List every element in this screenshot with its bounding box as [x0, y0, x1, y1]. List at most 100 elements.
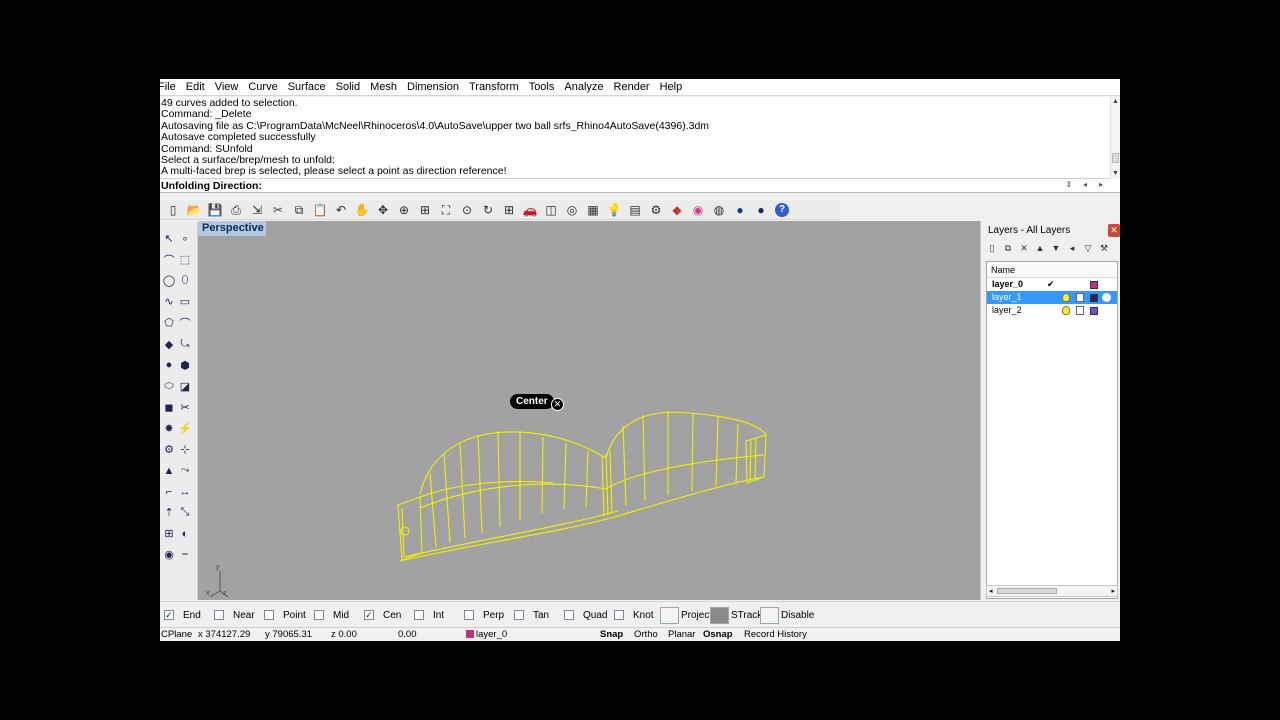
trim-icon[interactable]: ✂: [177, 398, 193, 417]
osnap-checkbox[interactable]: [414, 610, 424, 620]
move-out-icon[interactable]: ◂: [1066, 242, 1078, 254]
viewport-title-tab[interactable]: Perspective: [198, 221, 266, 236]
option-toggle-box[interactable]: [660, 606, 679, 624]
patch-icon[interactable]: ◪: [177, 377, 193, 396]
layer-color-swatch[interactable]: [1090, 281, 1098, 289]
osnap-quad[interactable]: Quad: [564, 609, 607, 621]
scroll-left-arrow-icon[interactable]: ◂: [989, 587, 993, 595]
paste-icon[interactable]: 📋: [310, 201, 330, 219]
undo-icon[interactable]: ↶: [331, 201, 351, 219]
move-up-icon[interactable]: ▲: [1034, 242, 1046, 254]
visibility-bulb-icon[interactable]: [1062, 293, 1070, 302]
perspective-viewport[interactable]: Perspective Center ✕ y x z: [198, 221, 980, 600]
option-toggle-box[interactable]: [760, 606, 779, 624]
new-file-icon[interactable]: ▯: [163, 201, 183, 219]
lock-icon[interactable]: [1076, 306, 1084, 315]
select-icon[interactable]: ↖: [161, 229, 177, 248]
column-header-name[interactable]: Name: [987, 262, 1117, 278]
layer-row[interactable]: layer_0 ✔: [987, 278, 1117, 291]
new-layer-icon[interactable]: ▯: [986, 242, 998, 254]
menu-mesh[interactable]: Mesh: [365, 79, 402, 96]
wireframe-model[interactable]: [198, 221, 980, 600]
import-icon[interactable]: ⇲: [247, 201, 267, 219]
osnap-checkbox[interactable]: [514, 610, 524, 620]
car-icon[interactable]: 🚗: [520, 201, 540, 219]
prev-arrow-icon[interactable]: ◂: [1080, 180, 1090, 189]
next-arrow-icon[interactable]: ▸: [1096, 180, 1106, 189]
osnap-checkbox[interactable]: [564, 610, 574, 620]
visibility-bulb-icon[interactable]: [1062, 306, 1070, 315]
move-down-icon[interactable]: ▼: [1050, 242, 1062, 254]
polyline-icon[interactable]: ⌒: [161, 250, 177, 269]
osnap-option-disable[interactable]: Disable: [760, 606, 814, 624]
split-icon[interactable]: ⚡: [177, 419, 193, 438]
menu-render[interactable]: Render: [609, 79, 655, 96]
ortho-toggle[interactable]: Ortho: [634, 628, 658, 641]
solid-union-icon[interactable]: ⬢: [177, 356, 193, 375]
layers-scrollbar[interactable]: ◂ ▸: [986, 585, 1118, 597]
zoom-window-icon[interactable]: ⊞: [415, 201, 435, 219]
revolve-icon[interactable]: ⤿: [177, 334, 193, 353]
menu-help[interactable]: Help: [655, 79, 688, 96]
osnap-option-project[interactable]: Project: [660, 606, 712, 624]
menu-transform[interactable]: Transform: [464, 79, 524, 96]
scroll-up-arrow-icon[interactable]: ▲: [1111, 97, 1120, 107]
polygon-icon[interactable]: ⬠: [161, 313, 177, 332]
history-scrollbar[interactable]: ▲ ▼: [1110, 97, 1120, 179]
osnap-near[interactable]: Near: [214, 609, 255, 621]
osnap-checkbox[interactable]: [214, 610, 224, 620]
osnap-cen[interactable]: ✓ Cen: [364, 609, 401, 621]
osnap-tan[interactable]: Tan: [514, 609, 549, 621]
close-icon[interactable]: ✕: [1108, 224, 1120, 237]
osnap-checkbox[interactable]: [314, 610, 324, 620]
extrude-icon[interactable]: ⇡: [161, 503, 177, 522]
rotate-view-icon[interactable]: ↻: [478, 201, 498, 219]
curve-icon[interactable]: ∿: [161, 292, 177, 311]
cplane-icon[interactable]: ◫: [541, 201, 561, 219]
command-prompt[interactable]: Unfolding Direction: ⇕ ◂ ▸: [160, 179, 1120, 193]
mesh-icon[interactable]: ◉: [161, 545, 177, 564]
osnap-end[interactable]: ✓ End: [164, 609, 201, 621]
snap-toggle[interactable]: Snap: [600, 628, 623, 641]
circle-icon[interactable]: ◯: [161, 271, 177, 290]
properties-icon[interactable]: ⚙: [646, 201, 666, 219]
sphere-render-icon[interactable]: ●: [751, 201, 771, 219]
cone-icon[interactable]: ▲: [161, 461, 177, 480]
sphere-shaded-icon[interactable]: ●: [730, 201, 750, 219]
osnap-checkbox[interactable]: [464, 610, 474, 620]
osnap-mid[interactable]: Mid: [314, 609, 349, 621]
menu-solid[interactable]: Solid: [331, 79, 365, 96]
osnap-checkbox[interactable]: [264, 610, 274, 620]
offset-icon[interactable]: ⤳: [177, 461, 193, 480]
lightbulb-icon[interactable]: 💡: [604, 201, 624, 219]
rectangle-plane-icon[interactable]: ▭: [177, 292, 193, 311]
control-points-icon[interactable]: ⊹: [177, 440, 193, 459]
open-icon[interactable]: 📂: [184, 201, 204, 219]
help-icon[interactable]: ?: [772, 201, 792, 219]
layer-row[interactable]: layer_1: [987, 291, 1117, 304]
cylinder-icon[interactable]: ⬭: [161, 377, 177, 396]
arc-icon[interactable]: ⌒: [177, 313, 193, 332]
osnap-option-strack[interactable]: STrack: [710, 606, 762, 624]
menu-tools[interactable]: Tools: [524, 79, 560, 96]
osnap-checkbox[interactable]: [614, 610, 624, 620]
layer-color-swatch[interactable]: [1090, 307, 1098, 315]
osnap-int[interactable]: Int: [414, 609, 444, 621]
four-views-icon[interactable]: ⊞: [499, 201, 519, 219]
array-icon[interactable]: ⊞: [161, 524, 177, 543]
delete-layer-icon[interactable]: ✕: [1018, 242, 1030, 254]
layer-row[interactable]: layer_2: [987, 304, 1117, 317]
status-layer[interactable]: layer_0: [466, 628, 507, 641]
render-icon[interactable]: ◆: [667, 201, 687, 219]
boolean-icon[interactable]: ⚙: [161, 440, 177, 459]
pan-icon[interactable]: ✋: [352, 201, 372, 219]
menu-file[interactable]: File: [160, 79, 181, 96]
dimension-icon[interactable]: ⎯: [177, 545, 193, 564]
zoom-icon[interactable]: ⊕: [394, 201, 414, 219]
menu-dimension[interactable]: Dimension: [402, 79, 464, 96]
record-history-toggle[interactable]: Record History: [744, 628, 807, 641]
scroll-down-arrow-icon[interactable]: ▼: [1111, 169, 1120, 179]
osnap-point[interactable]: Point: [264, 609, 306, 621]
print-icon[interactable]: ⎙: [226, 201, 246, 219]
save-icon[interactable]: 💾: [205, 201, 225, 219]
